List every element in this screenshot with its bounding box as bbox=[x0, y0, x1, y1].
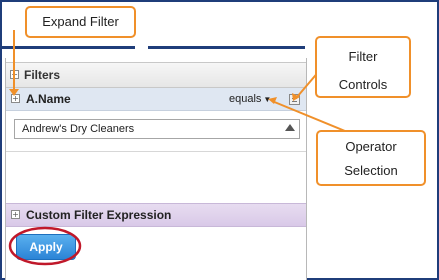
operator-selection-arrow bbox=[271, 100, 346, 132]
callout-operator-selection-line1: Operator bbox=[345, 139, 397, 154]
callout-filter-controls-line1: Filter bbox=[348, 49, 378, 64]
apply-highlight-ring bbox=[8, 226, 82, 266]
callout-operator-selection: Operator Selection bbox=[316, 130, 426, 186]
callout-filter-controls: Filter Controls bbox=[315, 36, 411, 98]
callout-operator-selection-line2: Selection bbox=[344, 163, 398, 178]
expand-filter-arrowhead bbox=[9, 89, 19, 96]
callout-filter-controls-line2: Controls bbox=[338, 77, 388, 92]
callout-expand-filter: Expand Filter bbox=[25, 6, 136, 38]
